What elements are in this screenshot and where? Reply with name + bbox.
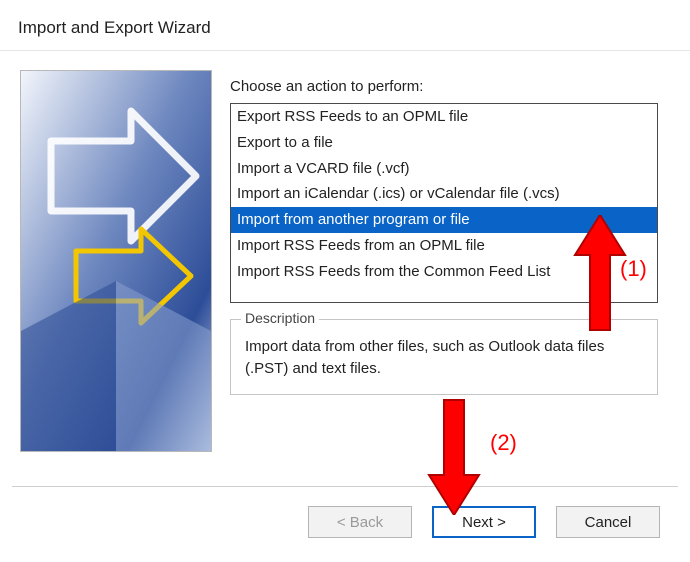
title-separator: [0, 50, 690, 51]
wizard-illustration-svg: [21, 71, 211, 451]
dialog-title: Import and Export Wizard: [18, 18, 211, 38]
list-item[interactable]: Import RSS Feeds from an OPML file: [231, 233, 657, 259]
list-item-selected[interactable]: Import from another program or file: [231, 207, 657, 233]
list-item[interactable]: Import RSS Feeds from the Common Feed Li…: [231, 259, 657, 285]
description-groupbox: Description Import data from other files…: [230, 319, 658, 395]
wizard-illustration: [20, 70, 212, 452]
wizard-content: Choose an action to perform: Export RSS …: [230, 78, 670, 395]
choose-action-label: Choose an action to perform:: [230, 78, 670, 95]
list-item[interactable]: Import an iCalendar (.ics) or vCalendar …: [231, 181, 657, 207]
list-item[interactable]: Import a VCARD file (.vcf): [231, 156, 657, 182]
bottom-separator: [12, 486, 678, 487]
wizard-buttons: < Back Next > Cancel: [308, 506, 660, 538]
description-legend: Description: [241, 310, 319, 326]
action-listbox[interactable]: Export RSS Feeds to an OPML file Export …: [230, 103, 658, 303]
description-text: Import data from other files, such as Ou…: [245, 336, 643, 380]
list-item[interactable]: Export RSS Feeds to an OPML file: [231, 104, 657, 130]
annotation-label-2: (2): [490, 430, 517, 456]
back-button: < Back: [308, 506, 412, 538]
import-export-wizard-dialog: Import and Export Wizard: [0, 0, 690, 562]
next-button[interactable]: Next >: [432, 506, 536, 538]
cancel-button[interactable]: Cancel: [556, 506, 660, 538]
annotation-arrow-2: [424, 395, 484, 515]
list-item[interactable]: Export to a file: [231, 130, 657, 156]
